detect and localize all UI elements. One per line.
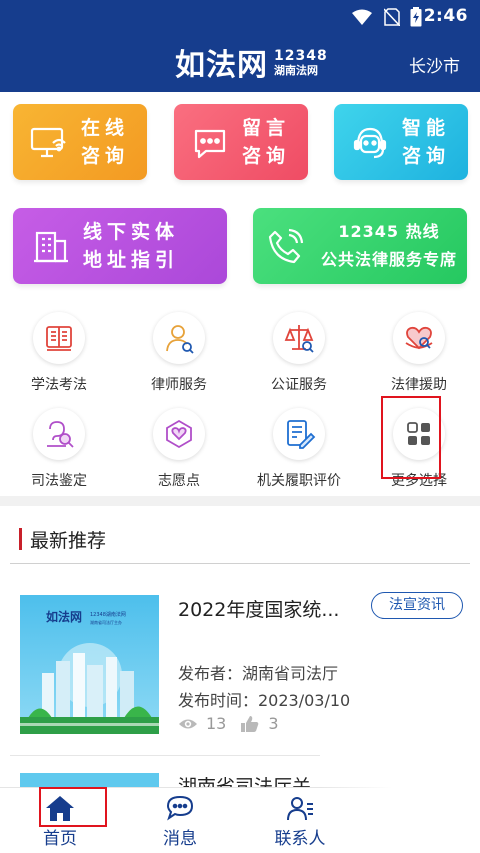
service-legal-aid[interactable]: 法律援助 — [369, 312, 469, 394]
header: 2:46 如法网 12348 湖南法网 长沙市 — [0, 0, 480, 92]
tile-line1: 智能 — [402, 117, 451, 139]
phone-icon — [268, 228, 304, 264]
status-bar: 2:46 — [0, 0, 480, 34]
no-sim-icon — [384, 8, 400, 26]
service-judicial-appraisal[interactable]: 司法鉴定 — [9, 408, 109, 490]
building-icon — [34, 231, 68, 263]
eye-icon — [179, 719, 197, 728]
tile-line2: 咨询 — [242, 145, 291, 167]
city-skyline-image: 如法网 12348湖南法网 湖南省司法厅主办 — [20, 595, 159, 734]
service-label: 律师服务 — [151, 377, 207, 393]
contacts-icon — [287, 797, 313, 821]
heart-hands-icon — [405, 326, 433, 350]
computer-wifi-icon — [30, 127, 66, 158]
service-icon-wrap — [273, 312, 325, 364]
news-category-tag[interactable]: 法宣资讯 — [371, 592, 463, 619]
service-notary[interactable]: 公证服务 — [249, 312, 349, 394]
service-icon-wrap — [393, 312, 445, 364]
tile-message-consult[interactable]: 留言 咨询 — [174, 104, 308, 180]
service-icon-wrap — [153, 408, 205, 460]
section-header: 最新推荐 — [19, 526, 106, 552]
service-icon-wrap — [273, 408, 325, 460]
tile-online-consult[interactable]: 在线 咨询 — [13, 104, 147, 180]
tile-line2: 公共法律服务专席 — [320, 250, 457, 269]
brand-subtitle: 12348 湖南法网 — [274, 49, 328, 76]
tile-line2: 咨询 — [81, 145, 130, 167]
highlight-home-tab — [39, 787, 107, 827]
news-publisher: 发布者：湖南省司法厅 — [178, 664, 339, 683]
tile-offline-address[interactable]: 线下实体 地址指引 — [13, 208, 227, 284]
next-news-thumbnail[interactable] — [20, 773, 159, 787]
section-underline — [10, 563, 470, 564]
news-separator — [10, 755, 320, 756]
service-lawyer[interactable]: 律师服务 — [129, 312, 229, 394]
robot-headset-icon — [353, 127, 387, 159]
service-label: 法律援助 — [391, 377, 447, 393]
service-label: 志愿点 — [158, 473, 200, 489]
tile-line1: 线下实体 — [83, 221, 180, 243]
chat-icon — [166, 795, 194, 821]
thumbs-up-icon[interactable] — [240, 715, 260, 733]
service-volunteer[interactable]: 志愿点 — [129, 408, 229, 490]
tab-messages[interactable]: 消息 — [135, 788, 225, 853]
lawyer-icon — [166, 325, 194, 354]
brand-number: 12348 — [274, 47, 328, 64]
scales-icon — [284, 325, 314, 353]
tile-line1: 12345 热线 — [338, 222, 440, 241]
thumb-sub2: 湖南省司法厅主办 — [90, 619, 122, 625]
wifi-icon — [352, 9, 372, 25]
tile-smart-consult[interactable]: 智能 咨询 — [334, 104, 468, 180]
brand-title: 如法网 — [175, 48, 268, 83]
service-label: 机关履职评价 — [257, 473, 341, 489]
tile-hotline[interactable]: 12345 热线 公共法律服务专席 — [253, 208, 467, 284]
city-selector[interactable]: 长沙市 — [409, 52, 460, 77]
document-edit-icon — [287, 420, 316, 449]
app-screen: 2:46 如法网 12348 湖南法网 长沙市 在线 咨询 留言 咨询 智能 咨… — [0, 0, 480, 853]
tile-line1: 在线 — [81, 117, 130, 139]
tab-label: 消息 — [163, 829, 197, 849]
appraisal-icon — [47, 421, 74, 448]
chat-bubble-icon — [194, 129, 226, 159]
thumb-sub1: 12348湖南法网 — [90, 611, 126, 618]
news-date: 发布时间：2023/03/10 — [178, 691, 351, 710]
view-count: 13 — [206, 714, 227, 733]
like-count: 3 — [268, 714, 279, 733]
brand-sub-text: 湖南法网 — [274, 63, 318, 77]
volunteer-icon — [166, 419, 192, 449]
service-icon-wrap — [33, 312, 85, 364]
service-icon-wrap — [33, 408, 85, 460]
battery-icon — [410, 7, 422, 27]
news-thumbnail[interactable]: 如法网 12348湖南法网 湖南省司法厅主办 — [20, 595, 159, 734]
service-label: 公证服务 — [271, 377, 327, 393]
service-agency-evaluation[interactable]: 机关履职评价 — [249, 408, 349, 490]
thumb-brand: 如法网 — [46, 609, 82, 624]
tile-line2: 地址指引 — [83, 249, 180, 271]
tab-label: 首页 — [43, 829, 77, 849]
section-title: 最新推荐 — [30, 529, 107, 552]
section-accent-bar — [19, 528, 22, 550]
app-logo: 如法网 12348 湖南法网 — [175, 44, 328, 83]
clock-time: 2:46 — [423, 6, 468, 26]
service-icon-wrap — [153, 312, 205, 364]
book-icon — [46, 326, 72, 351]
service-label: 司法鉴定 — [31, 473, 87, 489]
overflow-fade — [320, 740, 480, 853]
news-title[interactable]: 2022年度国家统... — [178, 595, 339, 622]
tile-line2: 咨询 — [402, 145, 451, 167]
tile-line1: 留言 — [242, 117, 291, 139]
service-label: 学法考法 — [31, 377, 87, 393]
service-study-law[interactable]: 学法考法 — [9, 312, 109, 394]
highlight-more-options — [381, 396, 441, 479]
section-divider — [0, 496, 480, 506]
news-stats: 13 3 — [178, 714, 279, 733]
